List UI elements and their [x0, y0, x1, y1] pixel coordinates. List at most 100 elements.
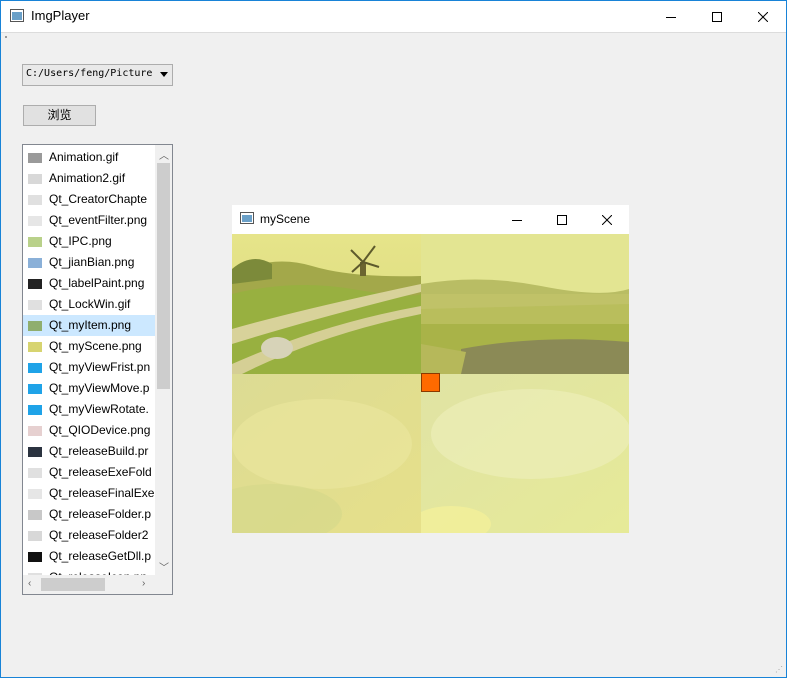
light-thumb-icon — [28, 300, 42, 310]
list-item[interactable]: Qt_releaseGetDll.p — [23, 546, 155, 567]
graphics-scene[interactable] — [232, 234, 629, 533]
dark-thumb-icon — [28, 447, 42, 457]
light-thumb-icon — [28, 468, 42, 478]
list-item-label: Qt_IPC.png — [49, 234, 112, 248]
file-list[interactable]: Animation.gif Animation2.gif Qt_CreatorCha… — [22, 144, 173, 595]
minimize-icon — [512, 219, 522, 221]
list-item[interactable]: Qt_myViewFrist.pn — [23, 357, 155, 378]
list-item[interactable]: Qt_myViewMove.p — [23, 378, 155, 399]
light-thumb-icon — [28, 531, 42, 541]
list-item[interactable]: Qt_jianBian.png — [23, 252, 155, 273]
scene-tile-bottom-left — [232, 374, 421, 533]
maximize-icon — [557, 214, 567, 225]
blue-thumb-icon — [28, 363, 42, 373]
blue-thumb-icon — [28, 405, 42, 415]
list-item[interactable]: Qt_myViewRotate. — [23, 399, 155, 420]
myscene-minimize-button[interactable] — [494, 205, 540, 234]
scene-item-square[interactable] — [421, 373, 440, 392]
horizontal-scroll-thumb[interactable] — [41, 578, 105, 591]
myscene-title: myScene — [260, 212, 311, 226]
scroll-down-arrow-icon[interactable]: ﹀ — [159, 559, 169, 574]
list-item-label: Animation2.gif — [49, 171, 126, 185]
list-item-label: Qt_jianBian.png — [49, 255, 135, 269]
window-title: ImgPlayer — [31, 8, 90, 23]
list-item[interactable]: Qt_releaseBuild.pr — [23, 441, 155, 462]
minimize-icon — [666, 16, 676, 18]
list-item-label: Qt_myScene.png — [49, 339, 142, 353]
list-item-label: Qt_myItem.png — [49, 318, 132, 332]
maximize-icon — [712, 11, 722, 22]
light-thumb-icon — [28, 426, 42, 436]
vertical-scroll-thumb[interactable] — [157, 163, 170, 389]
scene-tile-bottom-right — [421, 374, 629, 533]
myscene-title-bar[interactable]: myScene — [232, 205, 629, 234]
title-separator — [1, 32, 786, 33]
list-item[interactable]: Animation2.gif — [23, 168, 155, 189]
list-item-label: Qt_releaseBuild.pr — [49, 444, 149, 458]
list-item[interactable]: Qt_labelPaint.png — [23, 273, 155, 294]
maximize-button[interactable] — [694, 1, 740, 32]
light-thumb-icon — [28, 216, 42, 226]
list-item[interactable]: Qt_releaseIcon.pn — [23, 567, 155, 575]
myscene-app-icon — [240, 212, 254, 224]
list-item-label: Qt_labelPaint.png — [49, 276, 145, 290]
scroll-right-arrow-icon[interactable]: › — [142, 578, 145, 589]
horizontal-scrollbar[interactable]: ‹ › — [23, 575, 155, 594]
list-item[interactable]: Qt_IPC.png — [23, 231, 155, 252]
list-item-label: Qt_LockWin.gif — [49, 297, 131, 311]
close-button[interactable] — [740, 1, 786, 32]
scroll-corner — [155, 575, 172, 594]
vertical-scrollbar[interactable]: ︿ ﹀ — [155, 145, 172, 575]
light-thumb-icon — [28, 195, 42, 205]
list-item[interactable]: Qt_releaseFolder2 — [23, 525, 155, 546]
landscape-thumb-icon — [28, 321, 42, 331]
close-icon — [758, 11, 768, 22]
colorful-thumb-icon — [28, 258, 42, 268]
menu-dot — [5, 36, 7, 38]
list-item-label: Animation.gif — [49, 150, 119, 164]
list-item[interactable]: Qt_myItem.png — [23, 315, 155, 336]
list-item-label: Qt_releaseExeFold — [49, 465, 152, 479]
imgplayer-window: ImgPlayer C:/Users/feng/Picture 浏览 Anima… — [0, 0, 787, 678]
scene-tile-top-left — [232, 234, 421, 374]
title-bar[interactable]: ImgPlayer — [1, 1, 786, 32]
browse-button[interactable]: 浏览 — [23, 105, 96, 126]
myscene-window[interactable]: myScene — [232, 205, 629, 533]
list-item[interactable]: Qt_eventFilter.png — [23, 210, 155, 231]
list-item-label: Qt_releaseFolder2 — [49, 528, 149, 542]
close-icon — [602, 214, 612, 225]
list-item-label: Qt_myViewMove.p — [49, 381, 150, 395]
list-item[interactable]: Qt_releaseExeFold — [23, 462, 155, 483]
light-thumb-icon — [28, 489, 42, 499]
list-item[interactable]: Qt_LockWin.gif — [23, 294, 155, 315]
black-dot-thumb-icon — [28, 279, 42, 289]
minimize-button[interactable] — [648, 1, 694, 32]
list-item[interactable]: Qt_releaseFinalExe — [23, 483, 155, 504]
list-item-label: Qt_releaseGetDll.p — [49, 549, 152, 563]
list-item[interactable]: Qt_QIODevice.png — [23, 420, 155, 441]
list-item[interactable]: Qt_CreatorChapte — [23, 189, 155, 210]
file-list-items: Animation.gif Animation2.gif Qt_CreatorCha… — [23, 145, 155, 575]
resize-grip-icon[interactable]: ⋰ — [775, 665, 783, 674]
path-combobox[interactable]: C:/Users/feng/Picture — [22, 64, 173, 86]
scene-tile-top-right — [421, 234, 629, 374]
app-icon — [10, 9, 24, 22]
line-thumb-icon — [28, 510, 42, 520]
dropdown-arrow-icon — [160, 72, 168, 77]
black-thumb-icon — [28, 552, 42, 562]
list-item[interactable]: Qt_releaseFolder.p — [23, 504, 155, 525]
blue-thumb-icon — [28, 384, 42, 394]
list-item[interactable]: Animation.gif — [23, 147, 155, 168]
scroll-left-arrow-icon[interactable]: ‹ — [28, 578, 31, 589]
yellow-thumb-icon — [28, 342, 42, 352]
path-combobox-value: C:/Users/feng/Picture — [26, 68, 153, 79]
scroll-up-arrow-icon[interactable]: ︿ — [159, 147, 169, 162]
list-item[interactable]: Qt_myScene.png — [23, 336, 155, 357]
light-thumb-icon — [28, 174, 42, 184]
list-item-label: Qt_CreatorChapte — [49, 192, 148, 206]
list-item-label: Qt_myViewFrist.pn — [49, 360, 151, 374]
list-item-label: Qt_myViewRotate. — [49, 402, 149, 416]
myscene-maximize-button[interactable] — [539, 205, 585, 234]
list-item-label: Qt_releaseFolder.p — [49, 507, 152, 521]
myscene-close-button[interactable] — [584, 205, 630, 234]
